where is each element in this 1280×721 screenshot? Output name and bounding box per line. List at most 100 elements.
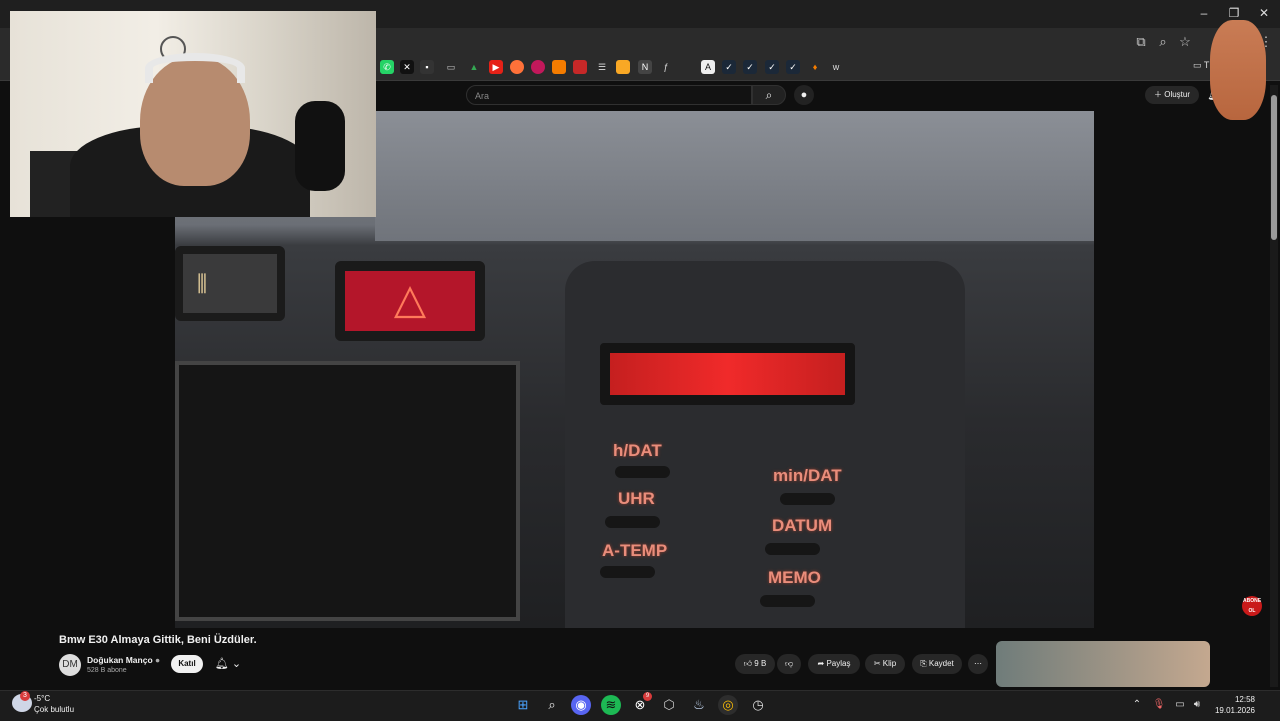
a-icon[interactable]: A — [701, 60, 715, 74]
create-label: Oluştur — [1164, 90, 1191, 99]
abone-badge[interactable]: ABONE OL — [1242, 596, 1262, 616]
weather-badge: 3 — [20, 691, 30, 701]
thumbs-down-icon: 👎︎ — [784, 659, 794, 668]
scrollbar-thumb[interactable] — [1271, 95, 1277, 240]
save-label: Kaydet — [928, 659, 954, 668]
video-dashboard-top — [375, 111, 1094, 241]
video-button-shape — [600, 566, 655, 578]
join-button[interactable]: Katıl — [171, 655, 203, 673]
drive-icon[interactable]: ▲ — [467, 60, 481, 74]
folder-icon[interactable]: ▭ — [444, 60, 458, 74]
spotify-icon[interactable]: ≋ — [601, 695, 621, 715]
gitlab-icon[interactable] — [552, 60, 566, 74]
related-video-thumbnail[interactable] — [996, 641, 1210, 687]
webcam-overlay — [10, 11, 376, 217]
xbox-badge: 9 — [643, 692, 652, 701]
clock-time: 12:58 — [1234, 695, 1255, 704]
scissors-icon: ✂ — [873, 659, 881, 668]
steam-icon[interactable]: ✓ — [722, 60, 736, 74]
x-icon[interactable]: ✕ — [400, 60, 414, 74]
hazard-icon: △ — [335, 261, 485, 341]
clock-app-icon[interactable]: ◷ — [748, 695, 768, 715]
share-button[interactable]: ➦ Paylaş — [808, 654, 860, 674]
defrost-icon: ⫼ — [175, 246, 285, 321]
mic-button[interactable]: ● — [794, 85, 814, 105]
video-title: Bmw E30 Almaya Gittik, Beni Üzdüler. — [59, 634, 257, 646]
bookmark-icon[interactable]: ▪ — [420, 60, 434, 74]
like-count: 9 B — [754, 659, 767, 668]
notion-icon[interactable]: N — [638, 60, 652, 74]
discord-icon[interactable]: ◉ — [571, 695, 591, 715]
share-label: Paylaş — [826, 659, 851, 668]
video-button-shape — [765, 543, 820, 555]
bell-icon: 🔔︎ — [214, 658, 229, 670]
flame-icon[interactable]: ♦ — [808, 60, 822, 74]
firefox-icon[interactable] — [510, 60, 524, 74]
video-label: DATUM — [772, 516, 833, 535]
more-actions-button[interactable]: ⋯ — [968, 654, 988, 674]
headphones-icon — [145, 53, 245, 83]
database-icon[interactable]: ☰ — [595, 60, 609, 74]
video-label: min/DAT — [773, 466, 842, 485]
windows-start-icon[interactable]: ⊞ — [513, 695, 533, 715]
video-button-shape — [605, 516, 660, 528]
steam-icon[interactable]: ♨ — [689, 695, 709, 715]
app-icon[interactable]: ⬡ — [659, 695, 679, 715]
mic-icon: ● — [800, 89, 808, 101]
feedly-icon[interactable]: ƒ — [659, 60, 673, 74]
steam-icon[interactable]: ✓ — [786, 60, 800, 74]
notification-bell-button[interactable]: 🔔︎ ⌄ — [210, 655, 246, 673]
like-button[interactable]: 👍︎ 9 B — [735, 654, 775, 674]
w-icon[interactable]: w — [829, 60, 843, 74]
video-label: MEMO — [768, 568, 821, 587]
video-label: A-TEMP — [602, 541, 668, 560]
sandal-overlay — [1210, 20, 1266, 120]
steam-icon[interactable]: ✓ — [765, 60, 779, 74]
star-icon[interactable]: ☆ — [1177, 34, 1193, 50]
clip-label: Klip — [882, 659, 897, 668]
save-button[interactable]: ⎘ Kaydet — [912, 654, 962, 674]
chevron-up-icon[interactable]: ⌃ — [1130, 698, 1144, 712]
network-icon[interactable]: ▭ — [1173, 698, 1187, 712]
game-icon[interactable] — [616, 60, 630, 74]
subscriber-count: 528 B abone — [87, 667, 127, 674]
video-label: UHR — [618, 489, 655, 508]
create-button[interactable]: ＋ Oluştur — [1145, 86, 1199, 104]
video-label: h/DAT — [613, 441, 662, 460]
weather-condition[interactable]: Çok bulutlu — [34, 705, 74, 714]
whatsapp-icon[interactable]: ✆ — [380, 60, 394, 74]
share-icon: ➦ — [817, 659, 825, 668]
clip-button[interactable]: ✂ Klip — [865, 654, 905, 674]
steam-icon[interactable]: ✓ — [743, 60, 757, 74]
search-icon: ⌕ — [765, 88, 773, 102]
cast-icon[interactable]: ⧉ — [1133, 34, 1149, 50]
thumbs-up-icon: 👍︎ — [743, 659, 753, 668]
microphone-tray-icon[interactable]: 🎙︎ — [1152, 698, 1166, 712]
minimize-button[interactable]: – — [1190, 4, 1218, 22]
search-input[interactable]: Ara — [466, 85, 752, 105]
weather-temperature[interactable]: -5°C — [34, 694, 50, 703]
youtube-icon[interactable]: ▶ — [489, 60, 503, 74]
save-icon: ⎘ — [920, 659, 927, 668]
video-storage-slot — [175, 361, 520, 621]
clock-date: 19.01.2026 — [1214, 706, 1255, 715]
channel-name-text: Doğukan Manço — [87, 655, 153, 665]
channel-name[interactable]: Doğukan Manço ● — [87, 655, 160, 665]
dribbble-icon[interactable] — [531, 60, 545, 74]
app-icon[interactable] — [573, 60, 587, 74]
zoom-icon[interactable]: ⌕ — [1155, 34, 1171, 50]
microphone-icon — [295, 101, 345, 191]
dislike-button[interactable]: 👎︎ — [777, 654, 801, 674]
close-button[interactable]: ✕ — [1250, 4, 1278, 22]
volume-icon[interactable]: 🔊︎ — [1190, 698, 1204, 712]
video-button-shape — [760, 595, 815, 607]
chrome-icon[interactable]: ◎ — [718, 695, 738, 715]
taskbar-clock[interactable]: 12:58 19.01.2026 — [1205, 694, 1255, 716]
verified-icon: ● — [155, 655, 161, 665]
search-button[interactable]: ⌕ — [752, 85, 786, 105]
video-red-display — [600, 343, 855, 405]
channel-avatar[interactable]: DM — [59, 654, 81, 676]
video-button-shape — [780, 493, 835, 505]
search-icon[interactable]: ⌕ — [542, 695, 562, 715]
chevron-down-icon: ⌄ — [231, 658, 242, 670]
